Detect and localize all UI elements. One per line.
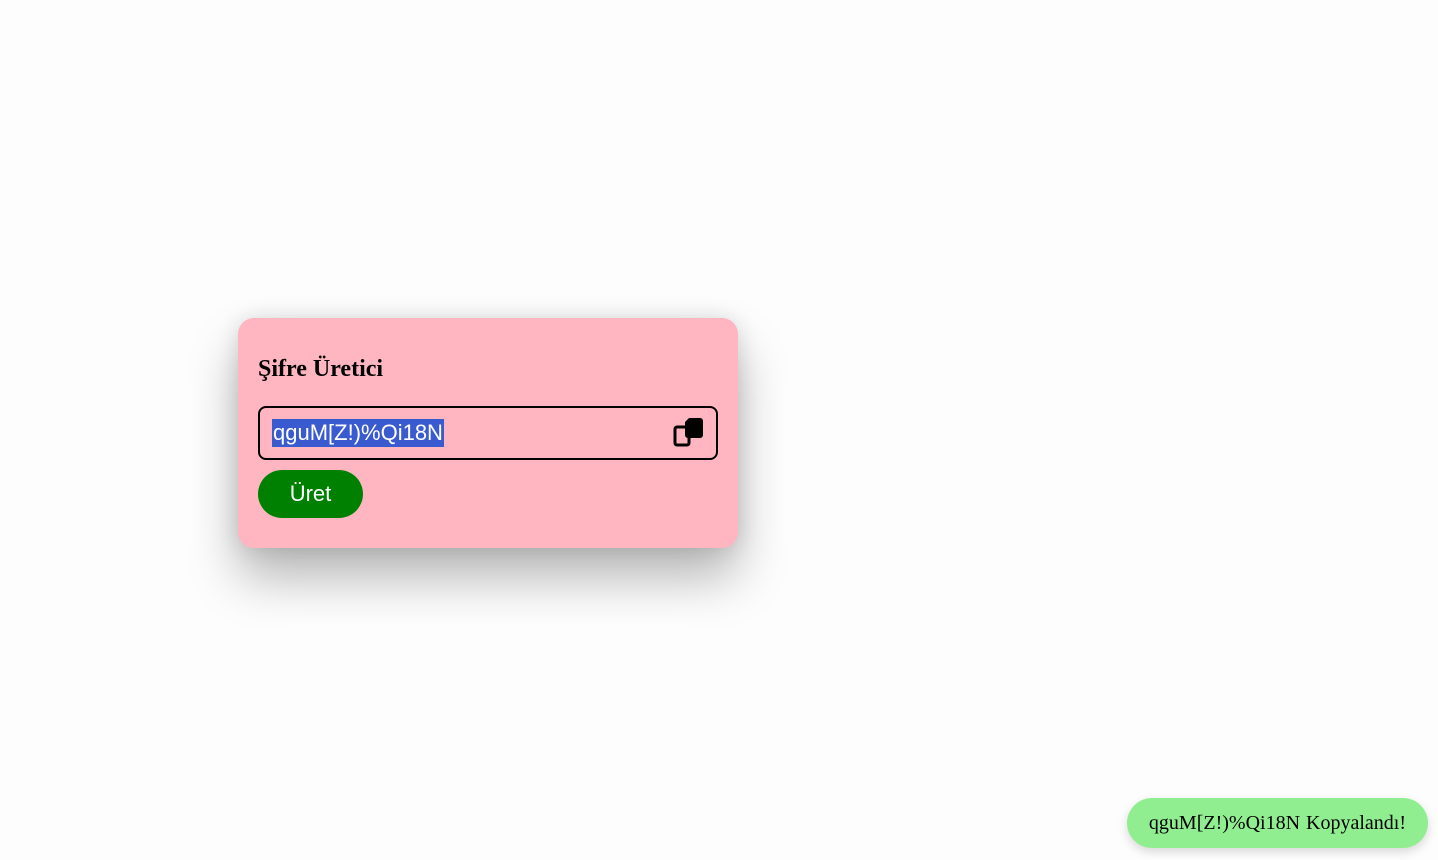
password-field[interactable]: qguM[Z!)%Qi18N [258, 406, 718, 460]
card-title: Şifre Üretici [258, 356, 384, 382]
copy-icon-svg [673, 418, 703, 447]
password-value[interactable]: qguM[Z!)%Qi18N [272, 419, 444, 447]
copied-toast: qguM[Z!)%Qi18N Kopyalandı! [1126, 798, 1428, 848]
toast-message: Kopyalandı! [1306, 811, 1406, 834]
password-generator-card: Şifre Üretici qguM[Z!)%Qi18N Üret [238, 318, 738, 548]
toast-password: qguM[Z!)%Qi18N [1148, 811, 1301, 834]
generate-button[interactable]: Üret [258, 470, 363, 518]
copy-icon[interactable] [672, 416, 706, 450]
